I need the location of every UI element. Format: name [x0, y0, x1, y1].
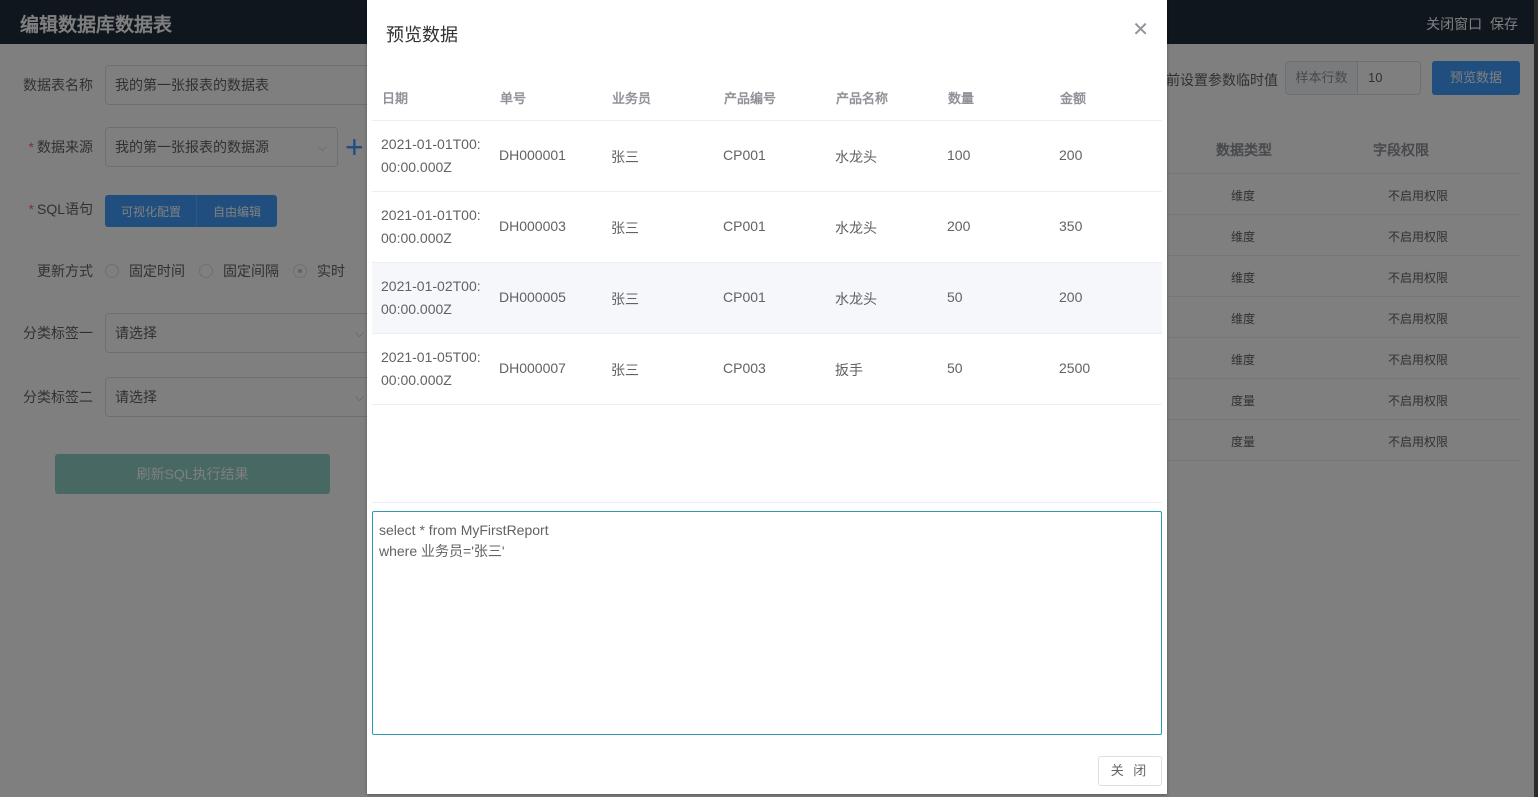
- sql-editor[interactable]: select * from MyFirstReport where 业务员='张…: [372, 511, 1162, 735]
- cell-amount: 200: [1059, 147, 1083, 163]
- cell-code: CP001: [723, 289, 766, 305]
- cell-code: CP001: [723, 147, 766, 163]
- column-header: 数量: [948, 91, 975, 106]
- cell-code: CP003: [723, 360, 766, 376]
- preview-dialog: 预览数据 ✕ 日期 单号 业务员 产品编号 产品名称 数量 金额 2021-01…: [367, 0, 1167, 794]
- cell-amount: 350: [1059, 218, 1083, 234]
- cell-date: 2021-01-05T00:00:00.000Z: [381, 349, 481, 388]
- table-row: 2021-01-01T00:00:00.000Z DH000003 张三 CP0…: [372, 192, 1162, 263]
- cell-qty: 200: [947, 218, 971, 234]
- column-header: 产品名称: [836, 91, 889, 106]
- cell-staff: 张三: [611, 362, 639, 378]
- cell-code: CP001: [723, 218, 766, 234]
- cell-amount: 2500: [1059, 360, 1091, 376]
- cell-staff: 张三: [611, 291, 639, 307]
- cell-no: DH000003: [499, 218, 566, 234]
- cell-qty: 100: [947, 147, 971, 163]
- cell-staff: 张三: [611, 149, 639, 165]
- cell-no: DH000007: [499, 360, 566, 376]
- cell-name: 扳手: [835, 362, 863, 378]
- cell-date: 2021-01-01T00:00:00.000Z: [381, 136, 481, 175]
- cell-date: 2021-01-02T00:00:00.000Z: [381, 278, 481, 317]
- dialog-title: 预览数据: [386, 25, 458, 45]
- close-button[interactable]: 关 闭: [1098, 756, 1162, 786]
- cell-qty: 50: [947, 360, 963, 376]
- table-row: 2021-01-05T00:00:00.000Z DH000007 张三 CP0…: [372, 334, 1162, 405]
- table-row: 2021-01-01T00:00:00.000Z DH000001 张三 CP0…: [372, 121, 1162, 192]
- column-header: 产品编号: [724, 91, 777, 106]
- column-header: 业务员: [612, 91, 652, 106]
- preview-table: 日期 单号 业务员 产品编号 产品名称 数量 金额 2021-01-01T00:…: [372, 70, 1162, 405]
- cell-name: 水龙头: [835, 291, 877, 307]
- column-header: 日期: [382, 91, 409, 106]
- column-header: 金额: [1060, 91, 1087, 106]
- close-icon[interactable]: ✕: [1132, 18, 1149, 42]
- cell-staff: 张三: [611, 220, 639, 236]
- cell-no: DH000005: [499, 289, 566, 305]
- cell-name: 水龙头: [835, 220, 877, 236]
- divider: [372, 502, 1162, 503]
- preview-table-header: 日期 单号 业务员 产品编号 产品名称 数量 金额: [372, 70, 1162, 121]
- cell-amount: 200: [1059, 289, 1083, 305]
- page-scrollbar[interactable]: [1534, 0, 1538, 797]
- column-header: 单号: [500, 91, 527, 106]
- table-row: 2021-01-02T00:00:00.000Z DH000005 张三 CP0…: [372, 263, 1162, 334]
- cell-date: 2021-01-01T00:00:00.000Z: [381, 207, 481, 246]
- cell-name: 水龙头: [835, 149, 877, 165]
- cell-qty: 50: [947, 289, 963, 305]
- cell-no: DH000001: [499, 147, 566, 163]
